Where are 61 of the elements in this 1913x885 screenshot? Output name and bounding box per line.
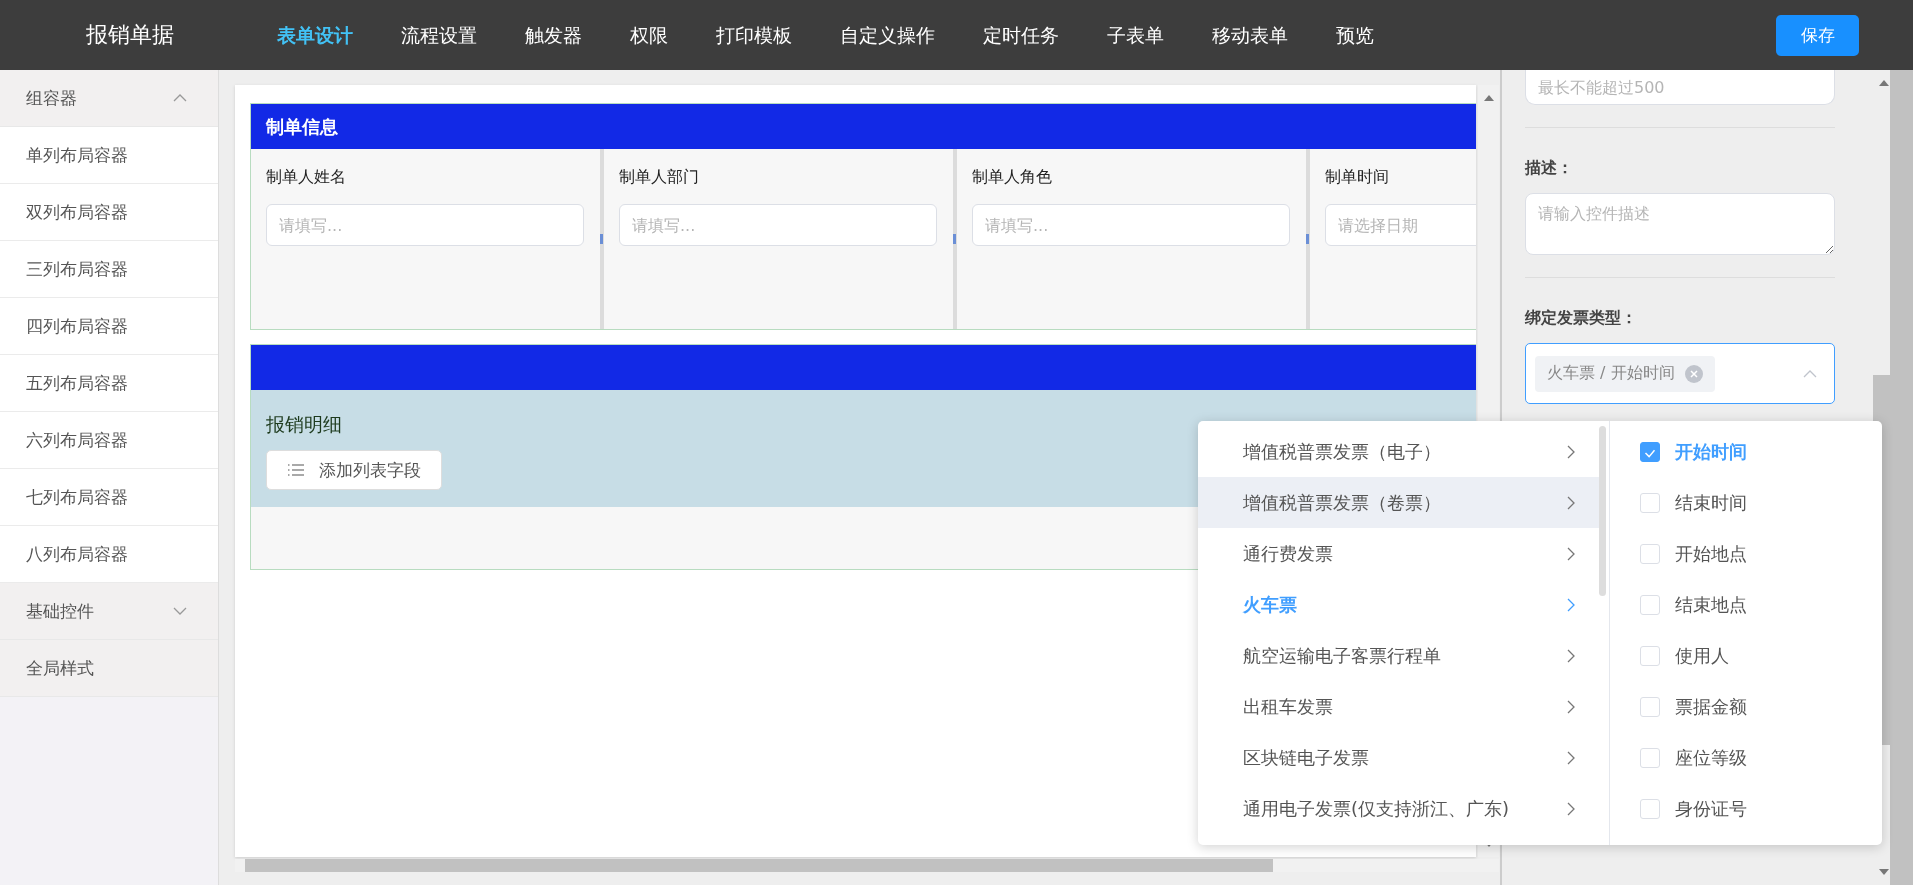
- checkbox-label: 票据金额: [1675, 694, 1747, 719]
- field-label: 制单人角色: [972, 167, 1053, 188]
- nav-tab[interactable]: 定时任务: [959, 22, 1083, 48]
- cascader-option[interactable]: 通行费发票: [1198, 528, 1599, 579]
- cascader-option[interactable]: 出租车发票: [1198, 681, 1599, 732]
- sidebar-item[interactable]: 双列布局容器: [0, 184, 218, 241]
- cascader-option[interactable]: 通用电子发票(仅支持浙江、广东): [1198, 783, 1599, 834]
- sidebar-item[interactable]: 八列布局容器: [0, 526, 218, 583]
- input-field[interactable]: 请选择日期: [1325, 204, 1476, 246]
- nav-tab[interactable]: 移动表单: [1188, 22, 1312, 48]
- selected-tag: 火车票 / 开始时间: [1535, 355, 1715, 392]
- field-label: 制单人姓名: [266, 167, 347, 188]
- scrollbar[interactable]: [1599, 426, 1606, 596]
- checkbox-label: 结束地点: [1675, 592, 1747, 617]
- sidebar-item[interactable]: 五列布局容器: [0, 355, 218, 412]
- scrollbar[interactable]: [1890, 70, 1913, 885]
- cascader-option[interactable]: 区块链电子发票: [1198, 732, 1599, 783]
- cascader-option[interactable]: 增值税普票发票（电子）: [1198, 426, 1599, 477]
- sidebar-group-header[interactable]: 全局样式: [0, 640, 218, 697]
- checkbox-label: 结束时间: [1675, 490, 1747, 515]
- text-area[interactable]: 请输入控件描述: [1525, 193, 1835, 255]
- sidebar-item[interactable]: 四列布局容器: [0, 298, 218, 355]
- nav-tab[interactable]: 打印模板: [692, 22, 816, 48]
- checkbox-label: 座位等级: [1675, 745, 1747, 770]
- list-title: 报销明细: [266, 412, 343, 437]
- app-title: 报销单据: [86, 21, 175, 49]
- nav-tab[interactable]: 自定义操作: [816, 22, 959, 48]
- input-field[interactable]: 最长不能超过500: [1525, 70, 1835, 105]
- field-label: 制单时间: [1325, 167, 1390, 188]
- input-field[interactable]: 请填写...: [266, 204, 584, 246]
- checkbox-label: 开始地点: [1675, 541, 1747, 566]
- field-label: 制单人部门: [619, 167, 700, 188]
- remove-icon[interactable]: [1684, 364, 1703, 383]
- add-field-button[interactable]: 添加列表字段: [266, 450, 442, 490]
- checkbox[interactable]: [1640, 441, 1660, 462]
- field-label: 描述：: [1525, 158, 1574, 179]
- cascader-option[interactable]: 航空运输电子客票行程单: [1198, 630, 1599, 681]
- field-label: 绑定发票类型：: [1525, 308, 1638, 329]
- checkbox-label: 身份证号: [1675, 796, 1747, 821]
- section-title: 制单信息: [266, 114, 338, 139]
- nav-tab[interactable]: 表单设计: [253, 22, 377, 48]
- sidebar-group-header[interactable]: 组容器: [0, 70, 218, 127]
- nav-tab[interactable]: 预览: [1312, 22, 1398, 48]
- sidebar-group-header[interactable]: 基础控件: [0, 583, 218, 640]
- checkbox-label: 开始时间: [1675, 439, 1747, 464]
- sidebar-item[interactable]: 三列布局容器: [0, 241, 218, 298]
- nav-tab[interactable]: 流程设置: [377, 22, 501, 48]
- input-field[interactable]: 请填写...: [972, 204, 1290, 246]
- list-icon: [287, 463, 305, 477]
- nav-tab[interactable]: 权限: [606, 22, 692, 48]
- group-label: 组容器: [26, 86, 77, 110]
- nav-tab[interactable]: 触发器: [501, 22, 606, 48]
- input-field[interactable]: 请填写...: [619, 204, 937, 246]
- cascader-option[interactable]: 增值税普票发票（卷票）: [1198, 477, 1599, 528]
- sidebar-item[interactable]: 六列布局容器: [0, 412, 218, 469]
- sidebar-item[interactable]: 七列布局容器: [0, 469, 218, 526]
- sidebar-item[interactable]: 单列布局容器: [0, 127, 218, 184]
- group-label: 基础控件: [26, 599, 94, 623]
- checkbox-label: 使用人: [1675, 643, 1729, 668]
- nav-tab[interactable]: 子表单: [1083, 22, 1188, 48]
- group-label: 全局样式: [26, 656, 94, 680]
